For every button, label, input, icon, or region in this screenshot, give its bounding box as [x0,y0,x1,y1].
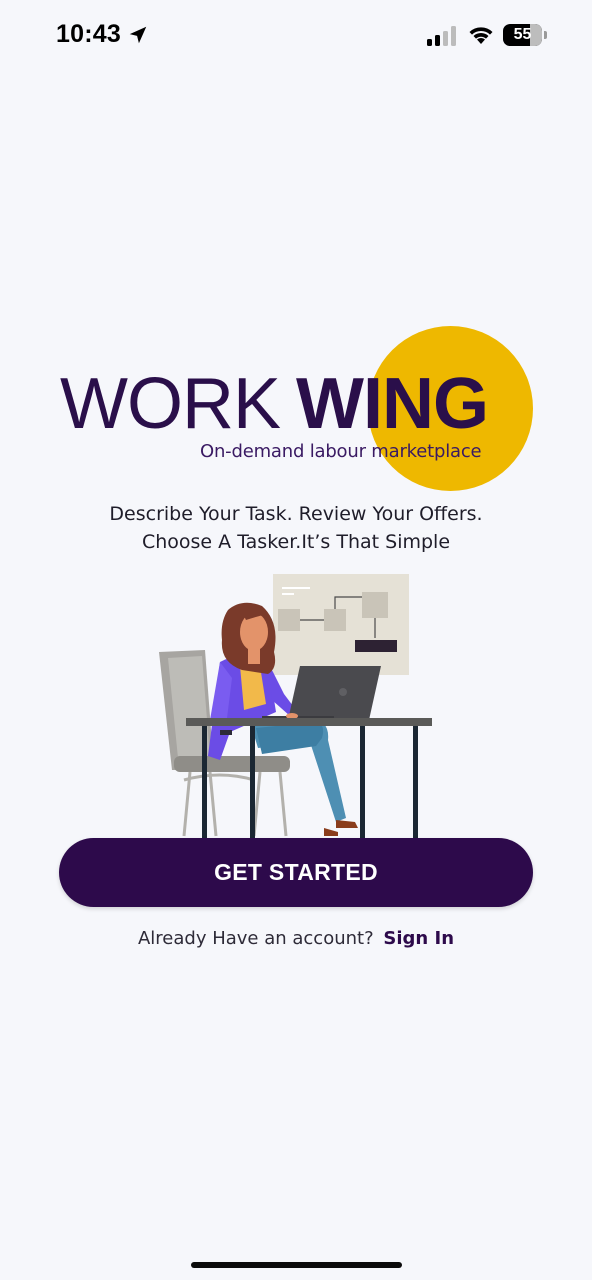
location-arrow-icon [129,26,147,44]
home-indicator[interactable] [191,1262,402,1268]
description-line-2: Choose A Tasker.It’s That Simple [141,531,451,553]
status-time: 10:43 [56,20,121,48]
battery-level: 55 [513,26,532,43]
logo-tagline: On-demand labour marketplace [200,441,482,462]
wifi-icon [469,27,493,44]
onboarding-description: Describe Your Task. Review Your Offers. … [0,500,592,556]
woman-at-laptop-illustration [159,574,432,838]
get-started-button[interactable]: GET STARTED [59,838,533,907]
battery-icon: 55 [503,24,547,46]
signin-prompt: Already Have an account? [137,928,374,949]
logo-word-work: WORK [60,364,281,444]
cellular-signal-icon [427,26,456,46]
workwing-logo: WORK WING On-demand labour marketplace [60,326,540,496]
signin-row: Already Have an account? Sign In [0,928,592,949]
sign-in-link[interactable]: Sign In [383,928,454,949]
logo-word-wing: WING [296,364,489,444]
description-line-1: Describe Your Task. Review Your Offers. [109,503,483,525]
onboarding-screen: 10:43 55 WORK WING On-demand labour mark… [0,0,592,1280]
status-bar: 10:43 55 [0,0,592,70]
